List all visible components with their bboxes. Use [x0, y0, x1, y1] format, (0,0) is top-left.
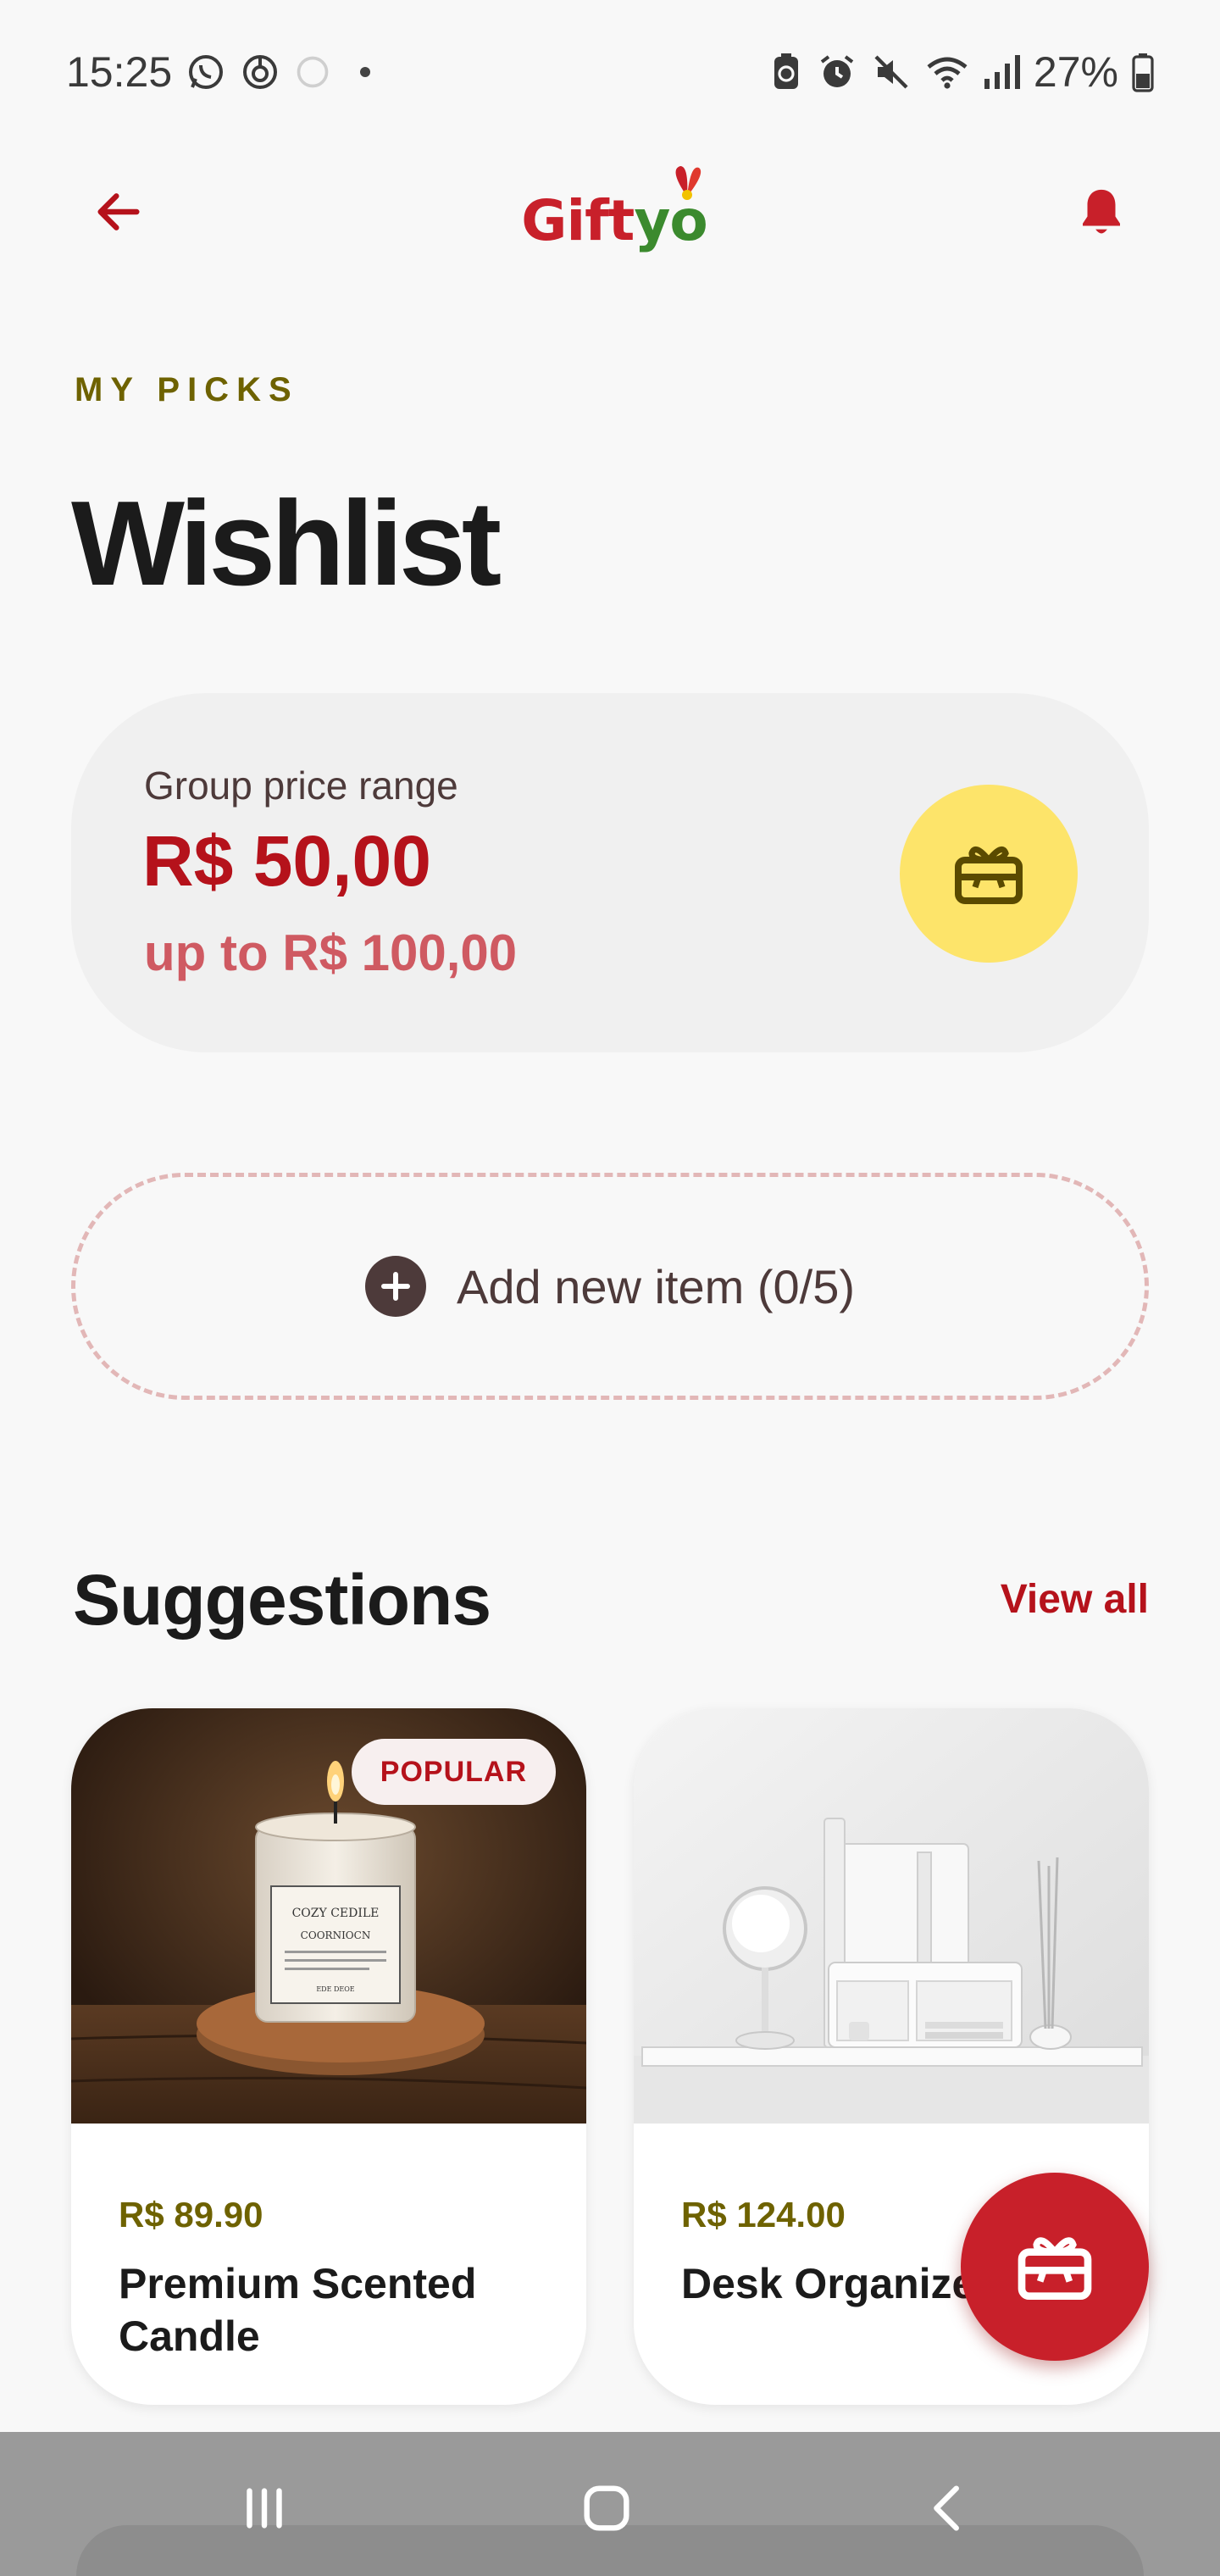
status-right: 27%: [769, 47, 1154, 97]
status-time: 15:25: [66, 48, 173, 96]
price-range-label: Group price range: [144, 763, 458, 808]
popular-badge: POPULAR: [351, 1739, 556, 1805]
app-logo: Giftyo: [517, 161, 712, 280]
logo-text-part1: Gift: [521, 187, 635, 253]
svg-text:COZY CEDILE: COZY CEDILE: [292, 1907, 380, 1920]
back-button[interactable]: [85, 178, 152, 246]
system-nav-bar: [0, 2432, 1220, 2576]
circle-icon: [294, 53, 331, 91]
product-image-desk-organizer: [634, 1708, 1149, 2124]
gift-card-icon: [955, 846, 1023, 904]
product-price: R$ 124.00: [681, 2195, 846, 2235]
home-icon: [584, 2485, 629, 2531]
price-range-min: R$ 50,00: [142, 821, 431, 901]
notifications-button[interactable]: [1068, 178, 1135, 246]
notification-dot-icon: [360, 67, 371, 77]
status-left: 15:25: [66, 47, 371, 97]
battery-saver-icon: [769, 52, 803, 92]
price-range-max: up to R$ 100,00: [144, 924, 518, 981]
recents-icon: [247, 2488, 282, 2529]
product-name: Premium Scented Candle: [119, 2260, 477, 2360]
app-header: Giftyo: [0, 144, 1220, 288]
mute-icon: [871, 52, 912, 92]
target-icon: [240, 52, 280, 92]
whatsapp-icon: [186, 52, 226, 92]
price-range-card: Group price range R$ 50,00 up to R$ 100,…: [71, 693, 1149, 1052]
arrow-left-icon: [97, 193, 140, 230]
battery-percent: 27%: [1033, 48, 1118, 96]
battery-icon: [1132, 52, 1154, 92]
alarm-icon: [817, 52, 857, 92]
back-icon: [934, 2485, 959, 2531]
gift-card-icon: [1018, 2237, 1092, 2300]
recents-button[interactable]: [222, 2466, 307, 2551]
logo-wordmark: Giftyo: [521, 165, 708, 253]
status-bar: 15:25 27%: [0, 0, 1220, 144]
page-eyebrow: MY PICKS: [75, 371, 299, 408]
add-item-button[interactable]: Add new item (0/5): [71, 1173, 1149, 1400]
signal-icon: [983, 53, 1020, 91]
product-card-candle[interactable]: COZY CEDILE COORNIOCN EDE DEOE POPULAR R…: [71, 1708, 586, 2405]
product-price: R$ 89.90: [119, 2195, 263, 2235]
bell-icon: [1083, 189, 1120, 234]
gift-card-badge: [900, 785, 1078, 963]
home-button[interactable]: [564, 2466, 649, 2551]
plus-circle-icon: [365, 1256, 426, 1317]
gift-fab-button[interactable]: [961, 2173, 1149, 2361]
add-item-label: Add new item (0/5): [457, 1259, 855, 1313]
nav-back-button[interactable]: [907, 2466, 991, 2551]
page-title: Wishlist: [71, 476, 502, 611]
svg-text:EDE DEOE: EDE DEOE: [316, 1985, 354, 1993]
suggestions-title: Suggestions: [73, 1560, 491, 1640]
wifi-icon: [925, 52, 969, 92]
svg-text:COORNIOCN: COORNIOCN: [301, 1929, 371, 1941]
view-all-link[interactable]: View all: [1001, 1576, 1149, 1623]
bow-icon: [675, 165, 701, 200]
